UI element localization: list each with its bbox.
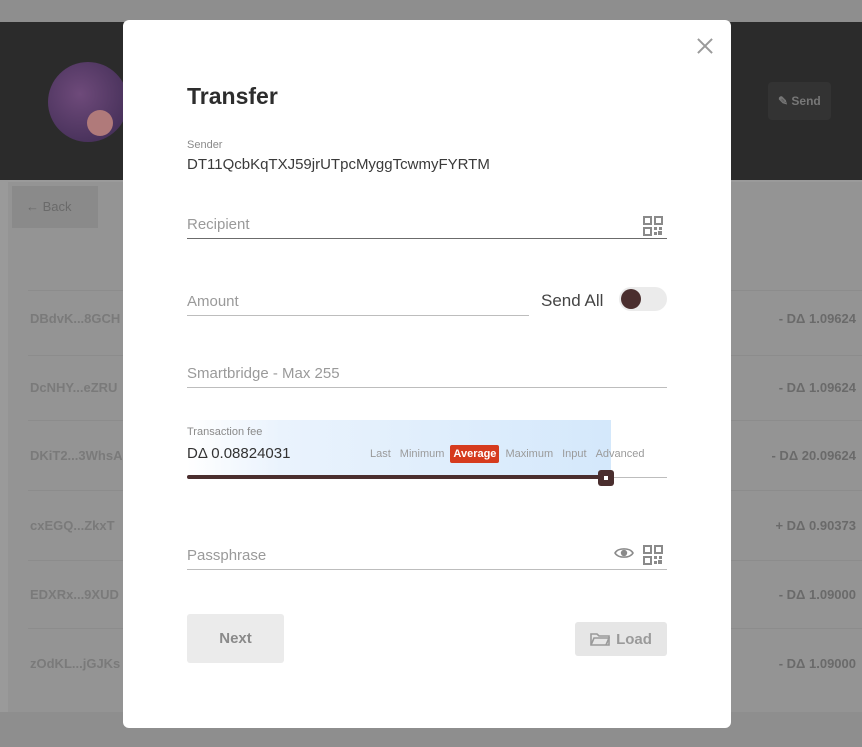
load-button-label: Load xyxy=(616,630,652,648)
background-amount-cell: - DΔ 20.09624 xyxy=(771,448,856,463)
recipient-input[interactable] xyxy=(187,210,667,239)
background-amount-cell: + DΔ 0.90373 xyxy=(775,518,856,533)
folder-icon xyxy=(590,632,611,646)
wallet-avatar-badge xyxy=(87,110,113,136)
modal-title: Transfer xyxy=(187,83,278,109)
close-icon[interactable] xyxy=(695,36,715,56)
next-button-label: Next xyxy=(219,630,252,647)
background-address-cell: DcNHY...eZRU xyxy=(30,380,118,395)
fee-label: Transaction fee xyxy=(187,426,263,438)
passphrase-field xyxy=(187,540,667,570)
smartbridge-underline xyxy=(187,387,667,388)
fee-slider-handle[interactable] xyxy=(598,470,614,486)
fee-slider-track[interactable] xyxy=(187,475,606,479)
fee-option-minimum[interactable]: Minimum xyxy=(397,445,448,463)
amount-underline xyxy=(187,315,529,316)
send-all-label: Send All xyxy=(541,291,604,310)
amount-input[interactable] xyxy=(187,286,529,316)
next-button[interactable]: Next xyxy=(187,614,284,663)
fee-option-last[interactable]: Last xyxy=(367,445,394,463)
background-back-label: Back xyxy=(42,199,72,214)
recipient-field xyxy=(187,210,667,239)
fee-options: Last Minimum Average Maximum Input Advan… xyxy=(367,444,651,464)
background-address-cell: cxEGQ...ZkxT xyxy=(30,518,115,533)
wallet-avatar xyxy=(48,62,128,142)
recipient-underline xyxy=(187,238,667,239)
qr-code-icon[interactable] xyxy=(643,545,663,565)
qr-code-icon[interactable] xyxy=(643,216,663,236)
background-send-label: Send xyxy=(791,94,821,108)
sender-label: Sender xyxy=(187,139,223,151)
send-all-toggle[interactable] xyxy=(619,287,667,311)
smartbridge-input[interactable] xyxy=(187,358,667,388)
background-topbar xyxy=(0,0,862,22)
fee-option-input[interactable]: Input xyxy=(559,445,589,463)
background-address-cell: DBdvK...8GCH xyxy=(30,311,121,326)
passphrase-input[interactable] xyxy=(187,540,667,570)
background-amount-cell: - DΔ 1.09000 xyxy=(778,656,856,671)
fee-option-advanced[interactable]: Advanced xyxy=(593,445,648,463)
load-button[interactable]: Load xyxy=(575,622,667,656)
background-send-button: ✎ Send xyxy=(768,82,831,120)
fee-value: DΔ 0.08824031 xyxy=(187,445,291,462)
sender-address: DT11QcbKqTXJ59jrUTpcMyggTcwmyFYRTM xyxy=(187,156,490,173)
fee-slider-rest xyxy=(606,477,667,478)
background-amount-cell: - DΔ 1.09000 xyxy=(778,587,856,602)
send-all-toggle-knob xyxy=(621,289,641,309)
fee-option-maximum[interactable]: Maximum xyxy=(502,445,556,463)
background-amount-cell: - DΔ 1.09624 xyxy=(778,311,856,326)
transfer-modal: Transfer Sender DT11QcbKqTXJ59jrUTpcMygg… xyxy=(123,20,731,728)
background-address-cell: zOdKL...jGJKs xyxy=(30,656,121,671)
background-address-cell: DKiT2...3WhsA xyxy=(30,448,123,463)
fee-option-average[interactable]: Average xyxy=(450,445,500,463)
background-back-button: ← Back xyxy=(12,186,98,228)
amount-field xyxy=(187,286,529,316)
passphrase-underline xyxy=(187,569,667,570)
background-address-cell: EDXRx...9XUD xyxy=(30,587,119,602)
smartbridge-field xyxy=(187,358,667,388)
background-amount-cell: - DΔ 1.09624 xyxy=(778,380,856,395)
eye-icon[interactable] xyxy=(614,546,634,560)
